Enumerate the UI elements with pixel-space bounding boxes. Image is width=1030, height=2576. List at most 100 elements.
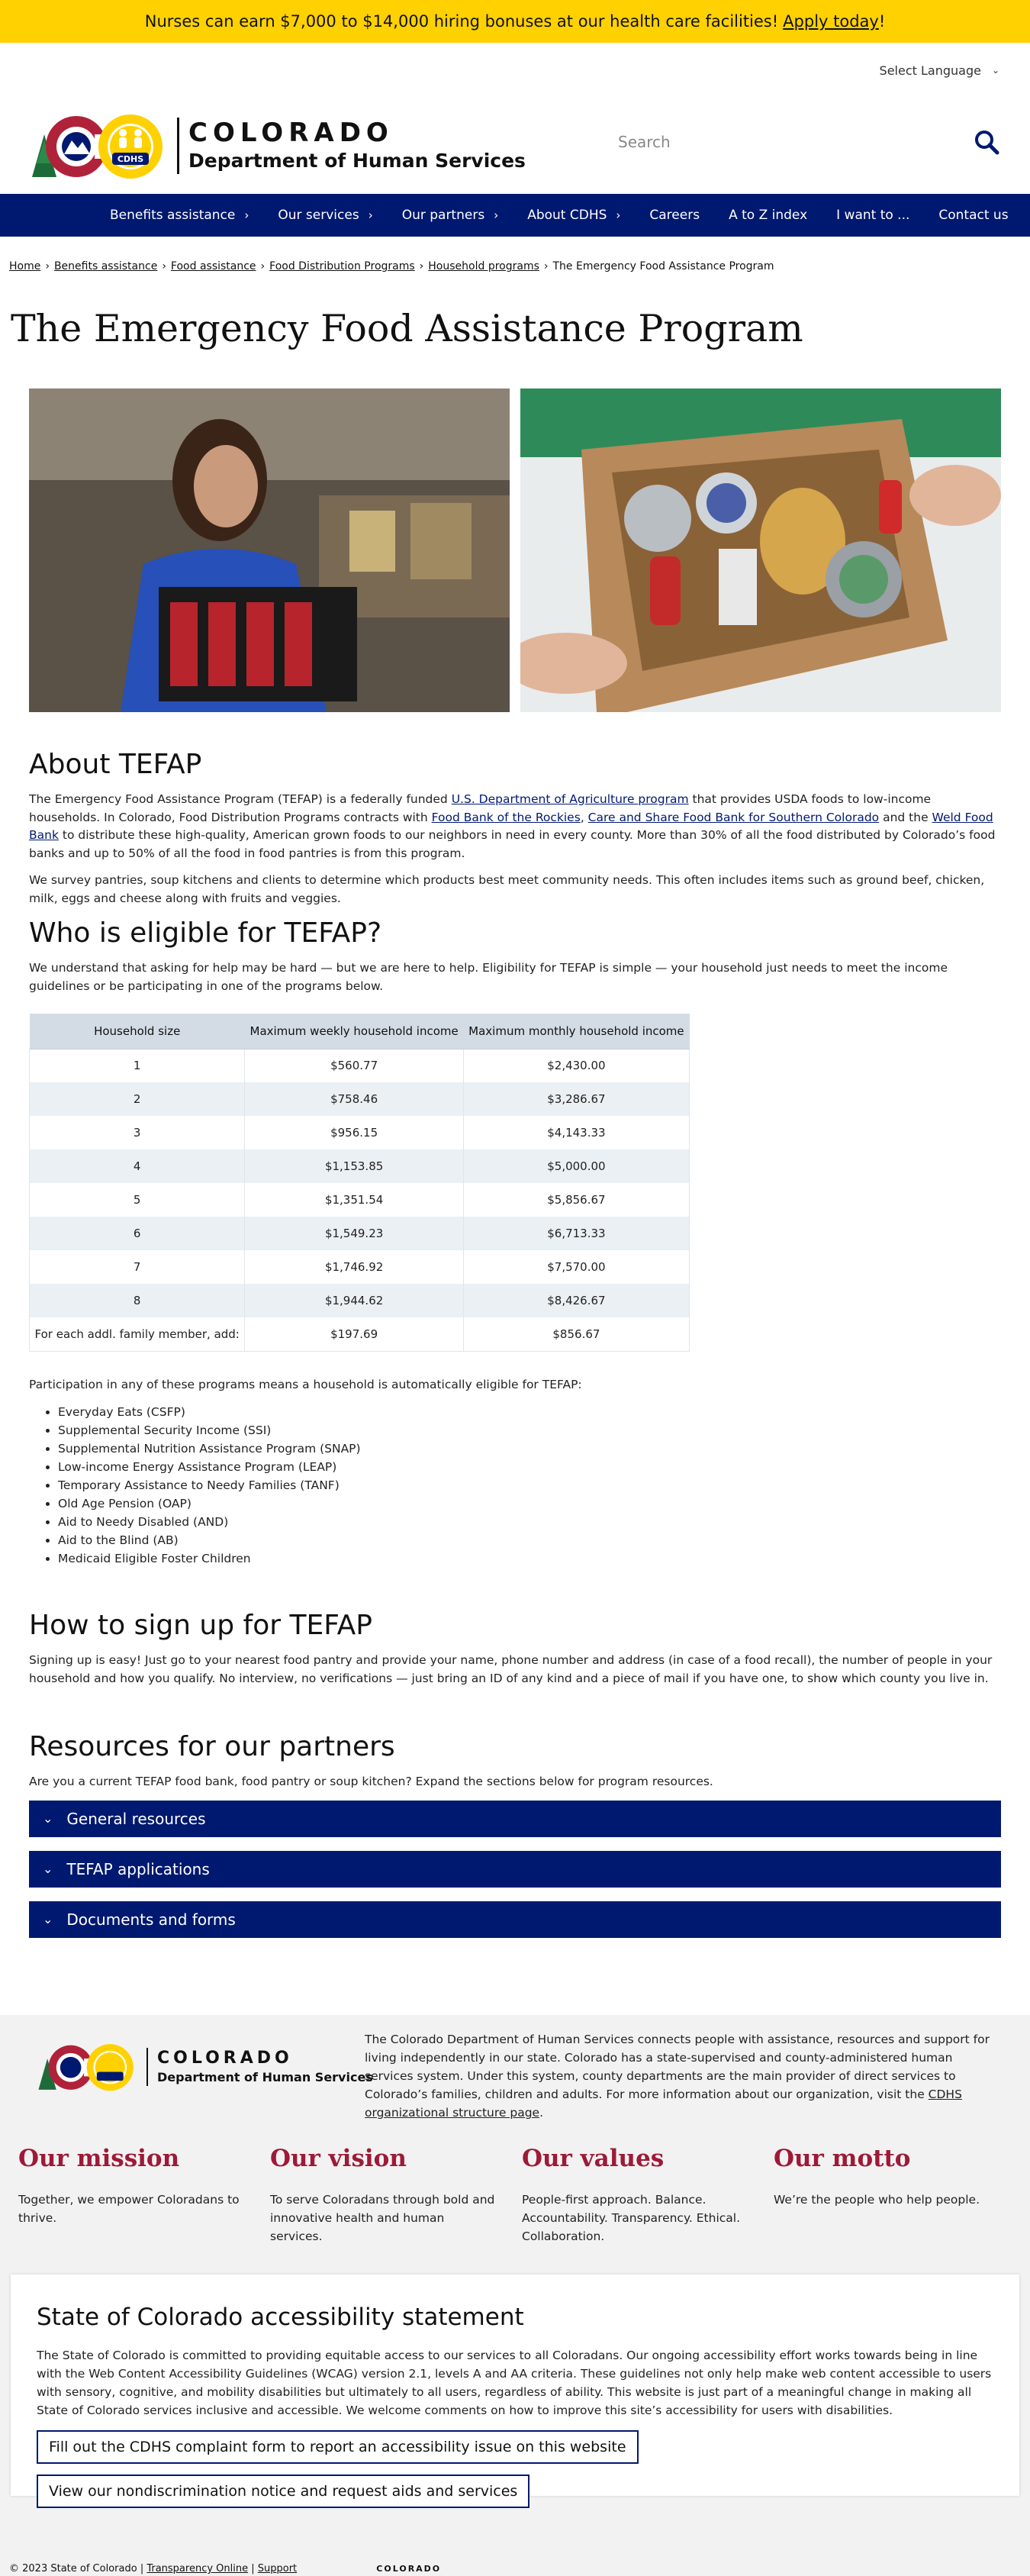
- accordion-general-resources[interactable]: ⌄ General resources: [29, 1800, 1001, 1837]
- list-item: Aid to the Blind (AB): [58, 1531, 1001, 1549]
- motto-title: Our motto: [774, 2145, 911, 2172]
- signup-heading: How to sign up for TEFAP: [29, 1610, 372, 1641]
- nav-label: I want to ...: [836, 208, 910, 223]
- breadcrumb-separator: ›: [260, 260, 266, 272]
- breadcrumb-benefits[interactable]: Benefits assistance: [54, 260, 157, 272]
- footer-logo[interactable]: COLORADO Department of Human Services: [29, 2036, 373, 2097]
- breadcrumb-household[interactable]: Household programs: [428, 260, 539, 272]
- hero-photos: [29, 388, 1001, 712]
- resources-heading: Resources for our partners: [29, 1731, 395, 1762]
- search-icon[interactable]: [974, 129, 999, 155]
- accordion-tefap-applications[interactable]: ⌄ TEFAP applications: [29, 1850, 1001, 1888]
- table-cell: $6,713.33: [462, 1217, 690, 1250]
- food-box-photo: [520, 388, 1001, 712]
- transparency-link[interactable]: Transparency Online: [146, 2563, 248, 2574]
- table-row: 8 $1,944.62 $8,426.67: [28, 1284, 690, 1317]
- breadcrumb-home[interactable]: Home: [9, 260, 40, 272]
- list-item: Low-income Energy Assistance Program (LE…: [58, 1458, 1001, 1476]
- breadcrumb-separator: ›: [45, 260, 50, 272]
- banner-text: Nurses can earn $7,000 to $14,000 hiring…: [144, 12, 779, 31]
- colorado-logo-icon: [38, 2044, 134, 2091]
- logo-colorado: COLORADO: [188, 118, 394, 148]
- apply-today-link[interactable]: Apply today: [783, 12, 879, 31]
- eligible-paragraph-2: Participation in any of these programs m…: [29, 1377, 582, 1391]
- mission-block: Our mission Together, we empower Colorad…: [18, 2145, 247, 2227]
- table-cell: $856.67: [462, 1317, 690, 1352]
- main-nav: Benefits assistance › Our services › Our p…: [0, 194, 1030, 237]
- values-block: Our values People-first approach. Balanc…: [522, 2145, 751, 2246]
- usda-program-link[interactable]: U.S. Department of Agriculture program: [452, 792, 689, 806]
- table-cell: $5,000.00: [462, 1149, 690, 1183]
- table-cell: 6: [28, 1217, 246, 1250]
- complaint-form-button[interactable]: Fill out the CDHS complaint form to repo…: [37, 2430, 639, 2464]
- alert-banner: Nurses can earn $7,000 to $14,000 hiring…: [0, 0, 1030, 43]
- site-header: CDHS COLORADO Department of Human Servic…: [0, 98, 1030, 194]
- breadcrumb-food-assistance[interactable]: Food assistance: [171, 260, 256, 272]
- income-guidelines-table: Household size Maximum weekly household …: [28, 1014, 690, 1352]
- table-cell: $1,944.62: [244, 1284, 464, 1317]
- nondiscrimination-button[interactable]: View our nondiscrimination notice and re…: [37, 2474, 530, 2508]
- table-row: 1 $560.77 $2,430.00: [28, 1049, 690, 1082]
- motto-text: We’re the people who help people.: [774, 2193, 980, 2207]
- copyright: © 2023 State of Colorado: [9, 2563, 137, 2574]
- nav-i-want-to[interactable]: I want to ...: [836, 208, 909, 223]
- logo-department: Department of Human Services: [188, 150, 526, 172]
- site-footer: COLORADO Department of Human Services Th…: [0, 2015, 1030, 2576]
- food-bank-rockies-link[interactable]: Food Bank of the Rockies: [432, 811, 581, 824]
- list-item: Aid to Needy Disabled (AND): [58, 1513, 1001, 1531]
- list-item: Everyday Eats (CSFP): [58, 1403, 1001, 1421]
- table-cell: $1,153.85: [244, 1149, 464, 1183]
- nav-a-to-z-index[interactable]: A to Z index: [729, 208, 807, 223]
- table-cell: $4,143.33: [462, 1116, 690, 1149]
- divider: |: [251, 2563, 258, 2574]
- vision-block: Our vision To serve Coloradans through b…: [270, 2145, 499, 2246]
- nav-label: Our partners: [401, 208, 485, 223]
- accordion-documents-forms[interactable]: ⌄ Documents and forms: [29, 1901, 1001, 1938]
- eligible-programs-list: Everyday Eats (CSFP) Supplemental Securi…: [58, 1403, 1001, 1568]
- nav-benefits-assistance[interactable]: Benefits assistance ›: [110, 208, 249, 223]
- text: .: [539, 2106, 544, 2120]
- table-header-row: Household size Maximum weekly household …: [29, 1014, 690, 1049]
- nav-our-partners[interactable]: Our partners ›: [402, 208, 499, 223]
- table-cell: 1: [28, 1049, 246, 1082]
- nav-label: About CDHS: [527, 208, 607, 223]
- table-cell: $1,351.54: [244, 1183, 464, 1217]
- table-cell: 8: [28, 1284, 246, 1317]
- table-row: 4 $1,153.85 $5,000.00: [28, 1149, 690, 1183]
- accordion-label: TEFAP applications: [66, 1859, 210, 1878]
- banner-suffix: !: [878, 12, 886, 31]
- table-row: 2 $758.46 $3,286.67: [28, 1082, 690, 1116]
- table-cell: $7,570.00: [462, 1250, 690, 1284]
- breadcrumb-food-distribution[interactable]: Food Distribution Programs: [269, 260, 415, 272]
- care-and-share-link[interactable]: Care and Share Food Bank for Southern Co…: [588, 811, 879, 824]
- breadcrumb-separator: ›: [162, 260, 166, 272]
- bottom-logo: COLORADO: [376, 2564, 442, 2574]
- cdhs-logo[interactable]: CDHS COLORADO Department of Human Servic…: [21, 104, 526, 188]
- accessibility-text: The State of Colorado is committed to pr…: [37, 2349, 992, 2417]
- table-cell: $2,430.00: [462, 1049, 690, 1082]
- table-cell: For each addl. family member, add:: [28, 1317, 246, 1352]
- breadcrumb-separator: ›: [419, 260, 424, 272]
- language-selector[interactable]: Select Language ⌄: [0, 43, 1030, 98]
- table-cell: $758.46: [244, 1082, 464, 1116]
- volunteer-photo: [29, 388, 510, 712]
- list-item: Old Age Pension (OAP): [58, 1494, 1001, 1513]
- signup-paragraph: Signing up is easy! Just go to your near…: [29, 1653, 993, 1685]
- nav-contact-us[interactable]: Contact us: [938, 208, 1008, 223]
- search-input[interactable]: Search: [618, 133, 974, 151]
- search-bar[interactable]: Search: [618, 121, 999, 163]
- logo-colorado: COLORADO: [157, 2049, 293, 2068]
- text: to distribute these high-quality, Americ…: [29, 828, 996, 860]
- table-row: 7 $1,746.92 $7,570.00: [28, 1250, 690, 1284]
- text: The Colorado Department of Human Service…: [365, 2033, 990, 2101]
- table-cell: 7: [28, 1250, 246, 1284]
- nav-our-services[interactable]: Our services ›: [278, 208, 372, 223]
- nav-about-cdhs[interactable]: About CDHS ›: [527, 208, 620, 223]
- list-item: Supplemental Nutrition Assistance Progra…: [58, 1440, 1001, 1458]
- footer-description: The Colorado Department of Human Service…: [365, 2030, 990, 2122]
- accordion-label: Documents and forms: [66, 1910, 236, 1929]
- accordion-label: General resources: [66, 1809, 206, 1828]
- support-link[interactable]: Support: [258, 2563, 297, 2574]
- nav-label: Benefits assistance: [110, 208, 236, 223]
- nav-careers[interactable]: Careers: [649, 208, 700, 223]
